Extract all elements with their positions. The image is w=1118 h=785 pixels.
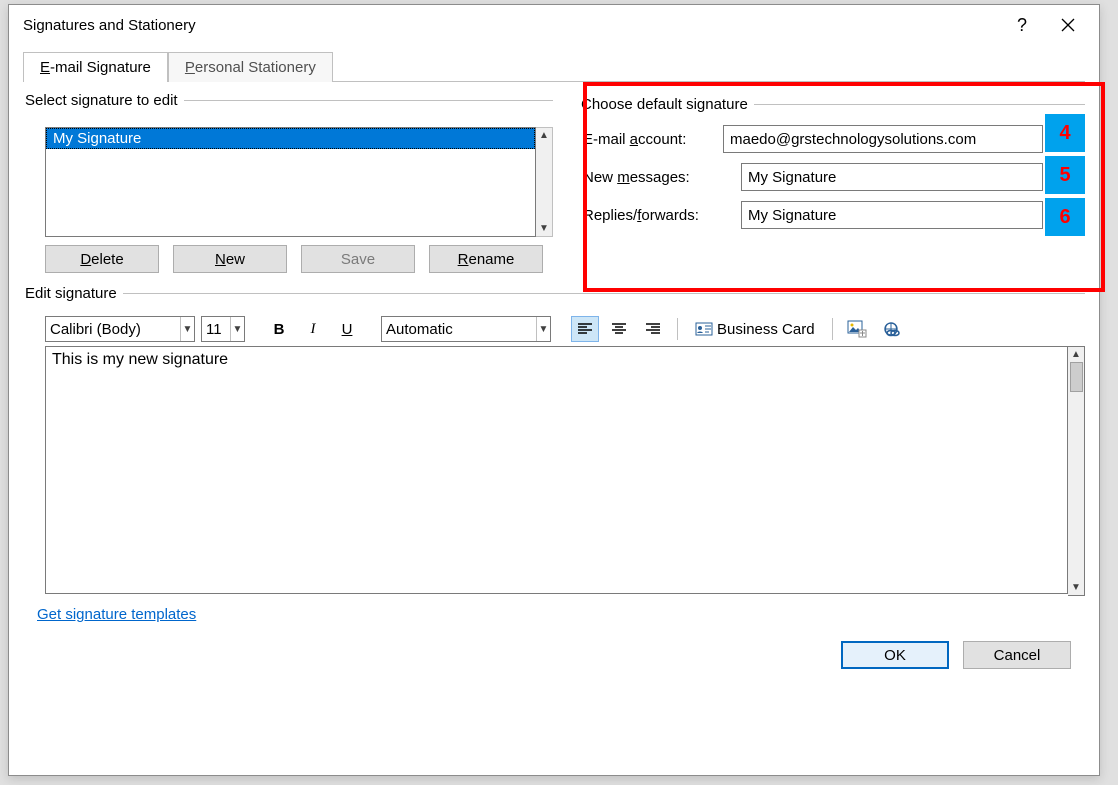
editor-toolbar: Calibri (Body)▼ 11▼ B I U Automatic▼ Bus… bbox=[45, 316, 1085, 342]
help-button[interactable]: ? bbox=[999, 9, 1045, 41]
align-center-icon bbox=[611, 322, 627, 336]
chevron-down-icon: ▼ bbox=[536, 317, 550, 341]
align-center-button[interactable] bbox=[605, 316, 633, 342]
chevron-down-icon: ▼ bbox=[230, 317, 244, 341]
signature-editor[interactable]: This is my new signature bbox=[45, 346, 1068, 594]
ok-button[interactable]: OK bbox=[841, 641, 949, 669]
business-card-icon bbox=[695, 321, 713, 337]
align-right-icon bbox=[645, 322, 661, 336]
select-signature-group: Select signature to edit bbox=[23, 92, 553, 117]
align-left-button[interactable] bbox=[571, 316, 599, 342]
hyperlink-icon bbox=[881, 321, 901, 337]
dialog-signatures-stationery: Signatures and Stationery ? E-mail Signa… bbox=[8, 4, 1100, 776]
titlebar: Signatures and Stationery ? bbox=[9, 5, 1099, 45]
font-color-select[interactable]: Automatic▼ bbox=[381, 316, 551, 342]
edit-signature-legend: Edit signature bbox=[23, 285, 123, 302]
insert-hyperlink-button[interactable] bbox=[877, 316, 905, 342]
new-button[interactable]: New bbox=[173, 245, 287, 273]
toolbar-separator bbox=[832, 318, 833, 340]
rename-button[interactable]: Rename bbox=[429, 245, 543, 273]
save-button[interactable]: Save bbox=[301, 245, 415, 273]
close-button[interactable] bbox=[1045, 9, 1091, 41]
business-card-button[interactable]: Business Card bbox=[688, 316, 822, 342]
underline-button[interactable]: U bbox=[333, 316, 361, 342]
scroll-up-icon: ▲ bbox=[539, 130, 549, 141]
tab-personal-stationery[interactable]: Personal Stationery bbox=[168, 52, 333, 82]
toolbar-separator bbox=[677, 318, 678, 340]
select-signature-legend: Select signature to edit bbox=[23, 92, 184, 109]
insert-picture-button[interactable] bbox=[843, 316, 871, 342]
align-left-icon bbox=[577, 322, 593, 336]
tab-strip: E-mail Signature Personal Stationery bbox=[23, 51, 1085, 82]
align-right-button[interactable] bbox=[639, 316, 667, 342]
client-area: E-mail Signature Personal Stationery Sel… bbox=[9, 45, 1099, 775]
listbox-scrollbar[interactable]: ▲ ▼ bbox=[536, 127, 553, 237]
tab-email-signature[interactable]: E-mail Signature bbox=[23, 52, 168, 82]
signature-listbox[interactable]: My Signature bbox=[45, 127, 536, 237]
cancel-button[interactable]: Cancel bbox=[963, 641, 1071, 669]
chevron-down-icon: ▼ bbox=[180, 317, 194, 341]
scroll-up-icon: ▲ bbox=[1071, 349, 1081, 360]
font-family-select[interactable]: Calibri (Body)▼ bbox=[45, 316, 195, 342]
editor-scrollbar[interactable]: ▲ ▼ bbox=[1068, 346, 1085, 596]
close-icon bbox=[1061, 18, 1075, 32]
picture-icon bbox=[847, 320, 867, 338]
scroll-down-icon: ▼ bbox=[539, 223, 549, 234]
scroll-down-icon: ▼ bbox=[1071, 582, 1081, 593]
delete-button[interactable]: Delete bbox=[45, 245, 159, 273]
window-title: Signatures and Stationery bbox=[23, 17, 999, 34]
callout-highlight-box bbox=[583, 82, 1105, 292]
bold-button[interactable]: B bbox=[265, 316, 293, 342]
font-size-select[interactable]: 11▼ bbox=[201, 316, 245, 342]
scroll-thumb[interactable] bbox=[1070, 362, 1083, 392]
signature-list-item[interactable]: My Signature bbox=[46, 128, 535, 149]
get-templates-link[interactable]: Get signature templates bbox=[37, 606, 1085, 623]
italic-button[interactable]: I bbox=[299, 316, 327, 342]
